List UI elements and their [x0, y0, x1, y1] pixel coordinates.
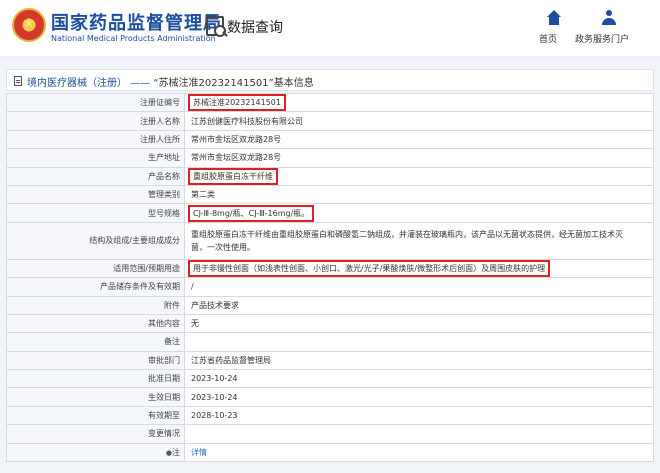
row-value: 苏械注准20232141501 [184, 92, 654, 113]
table-row: 型号规格 CJ-Ⅲ-8mg/瓶、CJ-Ⅲ-16mg/瓶。 [6, 203, 654, 223]
user-icon [570, 10, 634, 28]
other-content: 无 [184, 313, 654, 334]
storage-validity: / [184, 277, 654, 297]
model-spec: CJ-Ⅲ-8mg/瓶、CJ-Ⅲ-16mg/瓶。 [187, 204, 315, 222]
approval-date: 2023-10-24 [184, 369, 654, 389]
management-category: 第二类 [184, 184, 654, 205]
table-row: 管理类别 第二类 [6, 184, 654, 205]
table-row: 批准日期 2023-10-24 [6, 369, 654, 389]
table-row: 有效期至 2028-10-23 [6, 405, 654, 426]
data-query-icon [206, 16, 226, 37]
table-row: 产品名称 重组胶原蛋白冻干纤维 [6, 166, 654, 186]
row-key: 产品名称 [6, 166, 185, 186]
nav-home[interactable]: 首页 [530, 10, 566, 45]
breadcrumb-category[interactable]: 境内医疗器械（注册） [27, 78, 127, 89]
table-row: 产品储存条件及有效期 / [6, 277, 654, 297]
row-key: 注册证编号 [6, 92, 185, 113]
table-row: 备注 [6, 332, 654, 352]
section-title: 数据查询 [227, 20, 283, 36]
table-row: 其他内容 无 [6, 313, 654, 334]
home-icon [530, 10, 566, 28]
row-key: 注册人住所 [6, 129, 185, 150]
registration-number: 苏械注准20232141501 [188, 94, 286, 112]
row-key: 批准日期 [6, 369, 185, 389]
row-key: 结构及组成/主要组成成分 [6, 221, 185, 260]
row-value: CJ-Ⅲ-8mg/瓶、CJ-Ⅲ-16mg/瓶。 [184, 203, 654, 223]
row-key: 适用范围/预期用途 [6, 258, 185, 279]
table-row: 注册人住所 常州市金坛区双龙路28号 [6, 129, 654, 150]
row-key: 管理类别 [6, 184, 185, 205]
table-row: 注册人名称 江苏创健医疗科技股份有限公司 [6, 111, 654, 131]
details-link[interactable]: 详情 [191, 448, 207, 457]
effective-date: 2023-10-24 [184, 387, 654, 407]
detail-table: 注册证编号 苏械注准20232141501 注册人名称 江苏创健医疗科技股份有限… [6, 92, 654, 463]
breadcrumb-record: “苏械注准20232141501”基本信息 [153, 78, 314, 89]
production-address: 常州市金坛区双龙路28号 [184, 148, 654, 168]
registrant-name: 江苏创健医疗科技股份有限公司 [184, 111, 654, 131]
composition: 重组胶原蛋白冻干纤维由重组胶原蛋白和磷酸氢二钠组成，并灌装在玻璃瓶内，该产品以无… [184, 221, 654, 260]
row-key: 有效期至 [6, 405, 185, 426]
table-row: 结构及组成/主要组成成分 重组胶原蛋白冻干纤维由重组胶原蛋白和磷酸氢二钠组成，并… [6, 221, 654, 260]
table-row: 注册证编号 苏械注准20232141501 [6, 92, 654, 113]
document-icon [14, 76, 22, 86]
table-row: ●注 详情 [6, 442, 654, 463]
row-key: 生产地址 [6, 148, 185, 168]
row-key: 产品储存条件及有效期 [6, 277, 185, 297]
approval-department: 江苏省药品监督管理局 [184, 350, 654, 371]
row-value: 用于非慢性创面（如浅表性创面、小创口、激光/光子/果酸焕肤/微整形术后创面）及周… [184, 258, 654, 279]
breadcrumb-separator: —— [130, 78, 151, 89]
breadcrumb: 境内医疗器械（注册） —— “苏械注准20232141501”基本信息 [6, 69, 654, 91]
table-row: 生产地址 常州市金坛区双龙路28号 [6, 148, 654, 168]
row-key: 其他内容 [6, 313, 185, 334]
remarks [184, 332, 654, 352]
change-status [184, 424, 654, 444]
row-key: 备注 [6, 332, 185, 352]
row-key: 注册人名称 [6, 111, 185, 131]
row-key: 型号规格 [6, 203, 185, 223]
nav-gov-service-label: 政务服务门户 [574, 35, 629, 45]
national-emblem-icon [12, 8, 46, 42]
org-name-cn: 国家药品监督管理局 [51, 13, 222, 34]
content-area: 境内医疗器械（注册） —— “苏械注准20232141501”基本信息 注册证编… [0, 61, 660, 473]
org-name-en: National Medical Products Administration [51, 34, 216, 43]
table-row: 适用范围/预期用途 用于非慢性创面（如浅表性创面、小创口、激光/光子/果酸焕肤/… [6, 258, 654, 279]
row-key: 生效日期 [6, 387, 185, 407]
valid-until: 2028-10-23 [184, 405, 654, 426]
intended-use: 用于非慢性创面（如浅表性创面、小创口、激光/光子/果酸焕肤/微整形术后创面）及周… [187, 259, 551, 277]
row-value: 详情 [184, 442, 654, 463]
table-row: 生效日期 2023-10-24 [6, 387, 654, 407]
row-value: 重组胶原蛋白冻干纤维 [184, 166, 654, 186]
row-key: ●注 [6, 442, 185, 463]
registrant-address: 常州市金坛区双龙路28号 [184, 129, 654, 150]
row-key: 附件 [6, 295, 185, 315]
row-key: 变更情况 [6, 424, 185, 444]
table-row: 审批部门 江苏省药品监督管理局 [6, 350, 654, 371]
table-row: 附件 产品技术要求 [6, 295, 654, 315]
note-key-label: 注 [172, 447, 180, 457]
nav-gov-service-portal[interactable]: 政务服务门户 [570, 10, 634, 45]
site-header: 国家药品监督管理局 National Medical Products Admi… [0, 0, 660, 56]
breadcrumb-text: 境内医疗器械（注册） —— “苏械注准20232141501”基本信息 [27, 74, 314, 89]
nav-home-label: 首页 [538, 35, 557, 45]
row-key: 审批部门 [6, 350, 185, 371]
attachment: 产品技术要求 [184, 295, 654, 315]
table-row: 变更情况 [6, 424, 654, 444]
product-name: 重组胶原蛋白冻干纤维 [188, 167, 278, 185]
